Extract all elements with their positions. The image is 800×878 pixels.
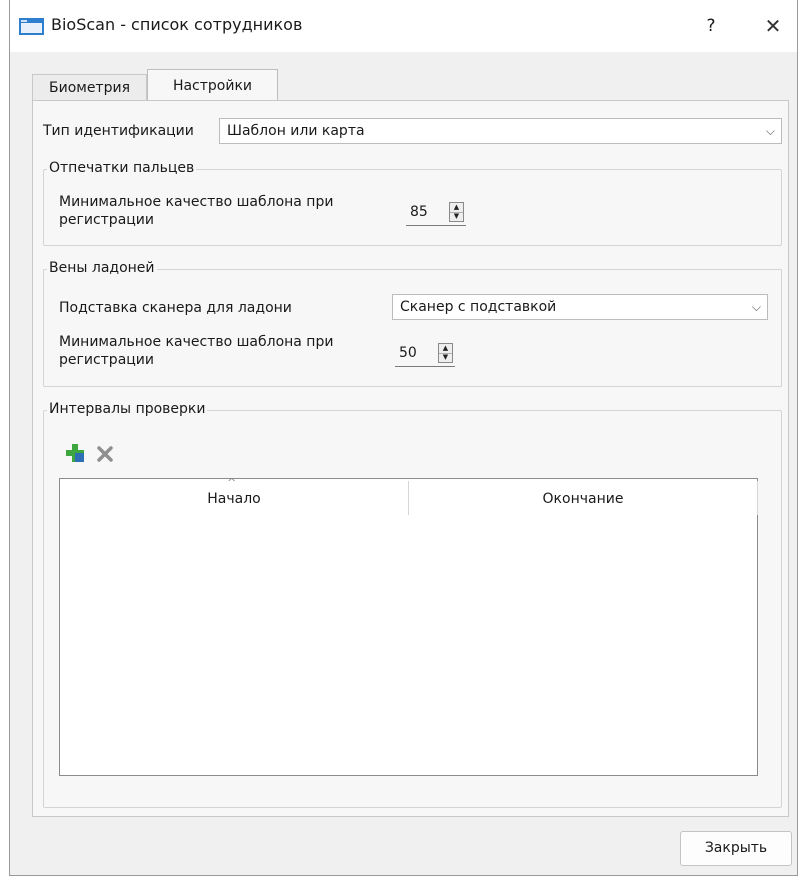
- intervals-group-title: Интервалы проверки: [47, 401, 208, 417]
- spin-arrows[interactable]: ▲ ▼: [438, 343, 453, 363]
- chevron-down-icon: ⌵: [765, 124, 775, 138]
- palm-stand-select[interactable]: Сканер с подставкой ⌵: [392, 294, 768, 320]
- help-button[interactable]: ?: [696, 12, 726, 40]
- window-title: BioScan - список сотрудников: [51, 15, 303, 34]
- id-type-select[interactable]: Шаблон или карта ⌵: [219, 118, 782, 144]
- add-plus-icon[interactable]: [65, 443, 85, 463]
- dialog-window: BioScan - список сотрудников ? ✕ Биометр…: [9, 0, 798, 876]
- spin-down-icon[interactable]: ▼: [450, 212, 463, 221]
- fingerprint-quality-label-line1: Минимальное качество шаблона при: [59, 194, 334, 210]
- delete-x-icon[interactable]: [95, 444, 115, 464]
- id-type-label: Тип идентификации: [43, 123, 194, 139]
- palm-stand-label: Подставка сканера для ладони: [59, 300, 292, 316]
- chevron-down-icon: ⌵: [751, 300, 761, 314]
- fingerprint-quality-spinbox[interactable]: 85 ▲ ▼: [406, 200, 466, 226]
- id-type-value: Шаблон или карта: [227, 123, 365, 139]
- title-bar[interactable]: BioScan - список сотрудников ? ✕: [10, 0, 797, 52]
- palm-quality-value: 50: [399, 345, 417, 361]
- column-header-end[interactable]: Окончание: [409, 479, 757, 515]
- tab-biometrics[interactable]: Биометрия: [32, 74, 147, 101]
- tab-settings[interactable]: Настройки: [147, 69, 278, 101]
- fingerprints-group-title: Отпечатки пальцев: [47, 160, 197, 176]
- palm-quality-label-line1: Минимальное качество шаблона при: [59, 334, 334, 350]
- fingerprint-quality-value: 85: [410, 204, 428, 220]
- fingerprint-quality-label-line2: регистрации: [59, 212, 154, 228]
- palm-stand-value: Сканер с подставкой: [400, 299, 557, 315]
- column-divider: [757, 481, 758, 515]
- app-window-icon: [19, 18, 44, 35]
- palm-quality-label-line2: регистрации: [59, 352, 154, 368]
- palm-quality-spinbox[interactable]: 50 ▲ ▼: [395, 341, 455, 367]
- intervals-table[interactable]: ^ Начало Окончание: [59, 476, 758, 776]
- palm-veins-group: [43, 269, 782, 387]
- spin-arrows[interactable]: ▲ ▼: [449, 202, 464, 222]
- spin-down-icon[interactable]: ▼: [439, 353, 452, 362]
- palm-veins-group-title: Вены ладоней: [47, 260, 157, 276]
- column-header-start[interactable]: Начало: [60, 479, 408, 515]
- close-button[interactable]: Закрыть: [680, 831, 792, 866]
- close-window-button[interactable]: ✕: [758, 12, 788, 40]
